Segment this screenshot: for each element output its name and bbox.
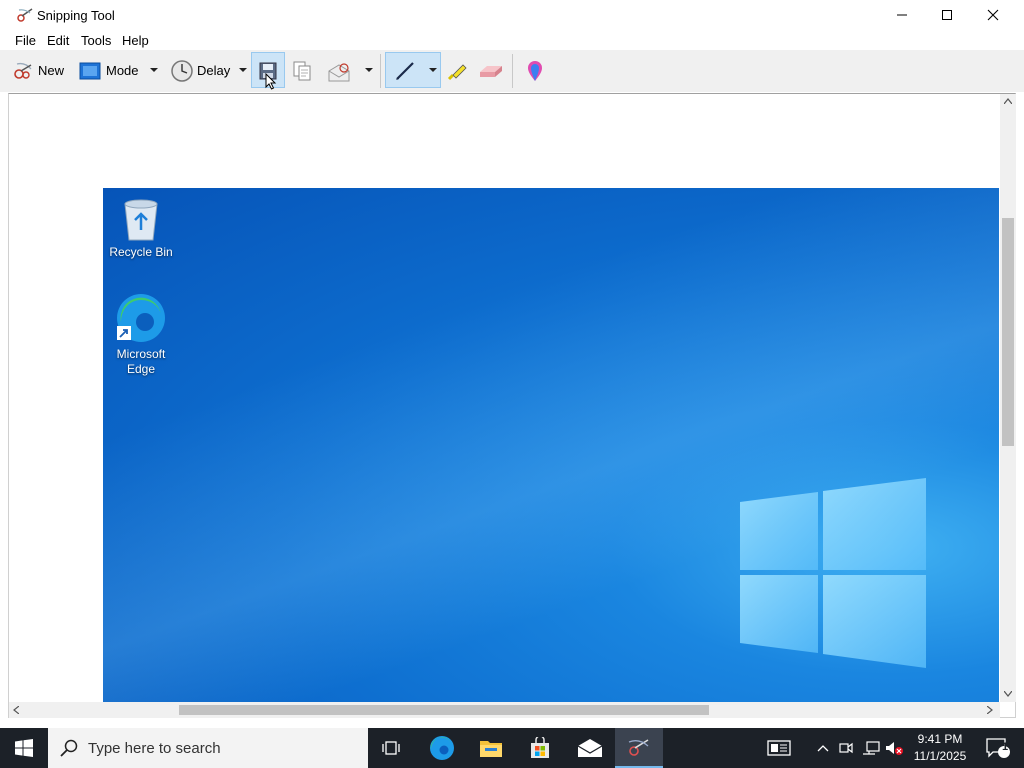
pen-dropdown-arrow-icon[interactable] <box>429 68 437 72</box>
taskbar-snipping-tool-button[interactable] <box>615 728 663 768</box>
pen-button[interactable] <box>385 52 441 88</box>
vertical-scroll-thumb[interactable] <box>1002 218 1014 446</box>
send-email-icon <box>328 63 350 82</box>
snip-canvas[interactable]: Recycle Bin Microsoft Edge <box>8 93 1016 718</box>
menu-edit[interactable]: Edit <box>47 33 69 48</box>
delay-button[interactable]: Delay <box>168 56 252 86</box>
menu-file[interactable]: File <box>15 33 36 48</box>
toolbar: New Mode Delay <box>0 50 1024 92</box>
mode-label: Mode <box>106 63 139 78</box>
action-center-button[interactable]: 1 <box>978 728 1018 768</box>
chevron-up-icon <box>817 745 829 752</box>
send-snip-button[interactable] <box>324 56 376 86</box>
mode-dropdown-arrow-icon[interactable] <box>150 68 158 72</box>
save-snip-button[interactable] <box>251 52 285 90</box>
desktop-icon-label: Microsoft <box>116 347 166 361</box>
send-dropdown-arrow-icon[interactable] <box>365 68 373 72</box>
maximize-button[interactable] <box>924 0 970 30</box>
highlighter-button[interactable] <box>443 56 471 86</box>
clock-time: 9:41 PM <box>917 732 963 746</box>
toolbar-separator <box>512 54 513 88</box>
copy-button[interactable] <box>288 56 316 86</box>
volume-muted-icon <box>886 742 903 755</box>
close-button[interactable] <box>970 0 1016 30</box>
start-button[interactable] <box>0 728 48 768</box>
desktop-icon-label: Recycle Bin <box>109 245 173 259</box>
horizontal-scrollbar[interactable] <box>9 702 1000 718</box>
minimize-icon <box>897 14 907 16</box>
scroll-left-arrow-icon[interactable] <box>13 706 19 714</box>
news-icon <box>767 740 791 756</box>
scroll-right-arrow-icon[interactable] <box>987 706 993 714</box>
vertical-scrollbar[interactable] <box>1000 94 1016 702</box>
microsoft-store-icon <box>531 737 549 758</box>
clock-date: 11/1/2025 <box>913 749 967 763</box>
menu-help[interactable]: Help <box>122 33 149 48</box>
snipped-desktop-image: Recycle Bin Microsoft Edge <box>103 188 999 702</box>
window-title: Snipping Tool <box>37 8 115 23</box>
taskbar-store-button[interactable] <box>516 728 564 768</box>
taskbar-clock[interactable]: 9:41 PM 11/1/2025 <box>905 731 975 765</box>
scroll-up-arrow-icon[interactable] <box>1004 98 1012 104</box>
windows-start-icon <box>15 739 33 757</box>
eraser-icon <box>480 66 502 77</box>
title-bar[interactable]: Snipping Tool <box>0 0 1024 30</box>
toolbar-separator <box>380 54 381 88</box>
maximize-icon <box>942 10 952 20</box>
minimize-button[interactable] <box>879 0 925 30</box>
desktop-icon-microsoft-edge[interactable]: Microsoft Edge <box>103 292 179 377</box>
eraser-button[interactable] <box>476 56 506 86</box>
windows-logo-wallpaper <box>740 478 926 668</box>
tray-show-hidden-icons[interactable] <box>812 728 834 768</box>
edge-icon <box>430 736 454 760</box>
mail-icon <box>577 739 603 757</box>
scroll-down-arrow-icon[interactable] <box>1004 691 1012 697</box>
meet-now-icon <box>839 742 853 754</box>
new-button[interactable]: New <box>8 56 68 86</box>
horizontal-scroll-thumb[interactable] <box>179 705 709 715</box>
tray-meet-button[interactable] <box>836 728 856 768</box>
edit-with-paint3d-button[interactable] <box>520 56 550 86</box>
mode-icon <box>79 62 101 80</box>
recycle-bin-icon <box>124 199 158 241</box>
taskbar-search-box[interactable]: Type here to search <box>48 728 368 768</box>
snipping-tool-icon <box>628 739 649 756</box>
tray-network-button[interactable] <box>860 728 882 768</box>
edge-icon <box>117 294 165 342</box>
task-view-icon <box>382 741 400 755</box>
task-view-button[interactable] <box>368 728 416 768</box>
desktop-icon-recycle-bin[interactable]: Recycle Bin <box>103 196 179 260</box>
new-label: New <box>38 63 65 78</box>
close-icon <box>987 9 999 21</box>
delay-clock-icon <box>171 60 193 82</box>
pen-icon <box>396 62 414 80</box>
desktop-icon-label: Edge <box>126 362 156 376</box>
menu-bar: File Edit Tools Help <box>0 30 1024 51</box>
network-icon <box>863 741 880 755</box>
notification-count-badge: 1 <box>1002 741 1009 753</box>
delay-label: Delay <box>197 63 231 78</box>
new-snip-icon <box>14 62 32 79</box>
mouse-cursor-icon <box>265 73 277 90</box>
copy-icon <box>293 61 311 81</box>
search-placeholder: Type here to search <box>88 740 221 757</box>
tray-volume-button[interactable] <box>884 728 906 768</box>
menu-tools[interactable]: Tools <box>81 33 111 48</box>
taskbar-edge-button[interactable] <box>418 728 466 768</box>
tray-news-button[interactable] <box>760 728 798 768</box>
taskbar-mail-button[interactable] <box>566 728 614 768</box>
delay-dropdown-arrow-icon[interactable] <box>239 68 247 72</box>
taskbar: Type here to search 9:41 PM 11/1/2025 1 <box>0 728 1024 768</box>
highlighter-icon <box>447 64 467 81</box>
snip-white-area <box>9 94 1000 188</box>
mode-button[interactable]: Mode <box>76 56 164 86</box>
taskbar-file-explorer-button[interactable] <box>467 728 515 768</box>
file-explorer-icon <box>480 741 502 757</box>
paint3d-icon <box>528 61 542 81</box>
search-icon <box>60 739 78 757</box>
snipping-tool-app-icon <box>16 7 34 23</box>
